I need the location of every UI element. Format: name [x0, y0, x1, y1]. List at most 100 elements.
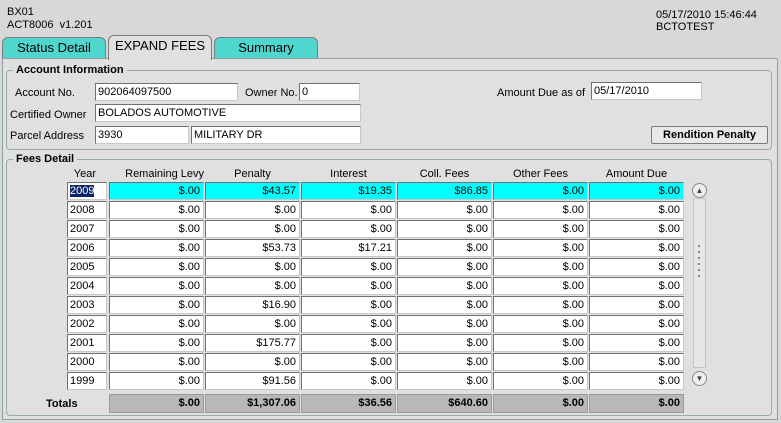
fee-cell-other-fees[interactable]: $.00 [493, 353, 588, 371]
app-window: BX01 ACT8006 v1.201 05/17/2010 15:46:44 … [0, 0, 781, 423]
fee-cell-other-fees[interactable]: $.00 [493, 372, 588, 390]
fee-cell-interest[interactable]: $.00 [301, 220, 396, 238]
fee-cell-coll-fees[interactable]: $.00 [397, 277, 492, 295]
scrollbar-grip-icon[interactable] [697, 245, 701, 277]
amount-due-date-field[interactable]: 05/17/2010 [591, 82, 702, 100]
fee-cell-year[interactable]: 2008 [67, 201, 107, 219]
fee-cell-other-fees[interactable]: $.00 [493, 239, 588, 257]
rendition-penalty-button[interactable]: Rendition Penalty [651, 126, 768, 144]
fee-cell-amount-due[interactable]: $.00 [589, 239, 684, 257]
fee-cell-interest[interactable]: $.00 [301, 334, 396, 352]
fee-cell-other-fees[interactable]: $.00 [493, 296, 588, 314]
fee-cell-other-fees[interactable]: $.00 [493, 182, 588, 200]
col-header-year: Year [73, 168, 96, 180]
fee-cell-remaining-levy[interactable]: $.00 [109, 277, 204, 295]
fee-cell-year[interactable]: 2003 [67, 296, 107, 314]
fee-cell-penalty[interactable]: $53.73 [205, 239, 300, 257]
fee-cell-other-fees[interactable]: $.00 [493, 258, 588, 276]
parcel-street-field[interactable]: MILITARY DR [191, 126, 361, 144]
fee-cell-amount-due[interactable]: $.00 [589, 372, 684, 390]
fee-cell-penalty[interactable]: $16.90 [205, 296, 300, 314]
fee-cell-coll-fees[interactable]: $.00 [397, 315, 492, 333]
fee-cell-amount-due[interactable]: $.00 [589, 220, 684, 238]
fee-cell-remaining-levy[interactable]: $.00 [109, 220, 204, 238]
fee-cell-penalty[interactable]: $43.57 [205, 182, 300, 200]
fee-cell-interest[interactable]: $.00 [301, 315, 396, 333]
fee-cell-year[interactable]: 1999 [67, 372, 107, 390]
fee-cell-penalty[interactable]: $.00 [205, 315, 300, 333]
fee-cell-year[interactable]: 2009 [67, 182, 107, 200]
fee-cell-other-fees[interactable]: $.00 [493, 277, 588, 295]
fee-cell-year[interactable]: 2005 [67, 258, 107, 276]
parcel-number-field[interactable]: 3930 [95, 126, 189, 144]
fee-cell-interest[interactable]: $17.21 [301, 239, 396, 257]
fee-cell-other-fees[interactable]: $.00 [493, 315, 588, 333]
fee-cell-year[interactable]: 2004 [67, 277, 107, 295]
fee-cell-amount-due[interactable]: $.00 [589, 277, 684, 295]
scrollbar-track[interactable] [693, 198, 706, 368]
tab-status-detail[interactable]: Status Detail [2, 37, 106, 59]
owner-no-field[interactable]: 0 [299, 83, 360, 101]
certified-owner-field[interactable]: BOLADOS AUTOMOTIVE [95, 104, 361, 122]
account-no-field[interactable]: 902064097500 [95, 83, 238, 101]
col-header-remaining-levy: Remaining Levy [125, 168, 204, 180]
fee-cell-amount-due[interactable]: $.00 [589, 315, 684, 333]
fee-cell-coll-fees[interactable]: $.00 [397, 239, 492, 257]
fee-cell-interest[interactable]: $19.35 [301, 182, 396, 200]
fee-cell-amount-due[interactable]: $.00 [589, 201, 684, 219]
fee-cell-penalty[interactable]: $.00 [205, 258, 300, 276]
fee-cell-interest[interactable]: $.00 [301, 296, 396, 314]
fee-cell-remaining-levy[interactable]: $.00 [109, 258, 204, 276]
fee-cell-amount-due[interactable]: $.00 [589, 182, 684, 200]
fee-cell-other-fees[interactable]: $.00 [493, 220, 588, 238]
fee-cell-penalty[interactable]: $.00 [205, 201, 300, 219]
fee-cell-coll-fees[interactable]: $86.85 [397, 182, 492, 200]
fee-cell-year[interactable]: 2007 [67, 220, 107, 238]
fee-cell-interest[interactable]: $.00 [301, 353, 396, 371]
fee-cell-year[interactable]: 2002 [67, 315, 107, 333]
fee-cell-coll-fees[interactable]: $.00 [397, 201, 492, 219]
program-id: ACT8006 [7, 19, 54, 31]
fee-cell-interest[interactable]: $.00 [301, 201, 396, 219]
fee-cell-year[interactable]: 2000 [67, 353, 107, 371]
fee-cell-remaining-levy[interactable]: $.00 [109, 201, 204, 219]
fee-cell-remaining-levy[interactable]: $.00 [109, 334, 204, 352]
col-header-penalty: Penalty [234, 168, 271, 180]
fee-cell-remaining-levy[interactable]: $.00 [109, 182, 204, 200]
fee-cell-interest[interactable]: $.00 [301, 372, 396, 390]
fee-cell-amount-due[interactable]: $.00 [589, 258, 684, 276]
fee-cell-remaining-levy[interactable]: $.00 [109, 239, 204, 257]
fee-cell-coll-fees[interactable]: $.00 [397, 372, 492, 390]
fee-cell-interest[interactable]: $.00 [301, 258, 396, 276]
owner-no-label: Owner No. [245, 87, 298, 99]
fee-cell-coll-fees[interactable]: $.00 [397, 258, 492, 276]
fee-cell-other-fees[interactable]: $.00 [493, 334, 588, 352]
fee-cell-amount-due[interactable]: $.00 [589, 353, 684, 371]
fee-cell-year[interactable]: 2006 [67, 239, 107, 257]
fee-cell-other-fees[interactable]: $.00 [493, 201, 588, 219]
fee-cell-penalty[interactable]: $175.77 [205, 334, 300, 352]
fee-cell-coll-fees[interactable]: $.00 [397, 220, 492, 238]
scroll-down-icon[interactable]: ▼ [692, 371, 707, 386]
fee-cell-remaining-levy[interactable]: $.00 [109, 296, 204, 314]
fee-cell-amount-due[interactable]: $.00 [589, 334, 684, 352]
fee-cell-remaining-levy[interactable]: $.00 [109, 372, 204, 390]
scroll-up-icon[interactable]: ▲ [692, 183, 707, 198]
col-header-coll-fees: Coll. Fees [419, 168, 470, 180]
screen-id: BX01 [7, 6, 34, 18]
fee-cell-interest[interactable]: $.00 [301, 277, 396, 295]
fee-cell-remaining-levy[interactable]: $.00 [109, 315, 204, 333]
tab-expand-fees[interactable]: EXPAND FEES [108, 35, 212, 60]
fee-cell-penalty[interactable]: $.00 [205, 277, 300, 295]
fee-cell-coll-fees[interactable]: $.00 [397, 334, 492, 352]
tab-summary[interactable]: Summary [214, 37, 318, 59]
fee-cell-amount-due[interactable]: $.00 [589, 296, 684, 314]
fee-cell-penalty[interactable]: $.00 [205, 353, 300, 371]
fee-cell-coll-fees[interactable]: $.00 [397, 296, 492, 314]
fee-cell-year[interactable]: 2001 [67, 334, 107, 352]
parcel-address-label: Parcel Address [10, 130, 84, 142]
fee-cell-penalty[interactable]: $.00 [205, 220, 300, 238]
fee-cell-penalty[interactable]: $91.56 [205, 372, 300, 390]
fee-cell-remaining-levy[interactable]: $.00 [109, 353, 204, 371]
fee-cell-coll-fees[interactable]: $.00 [397, 353, 492, 371]
